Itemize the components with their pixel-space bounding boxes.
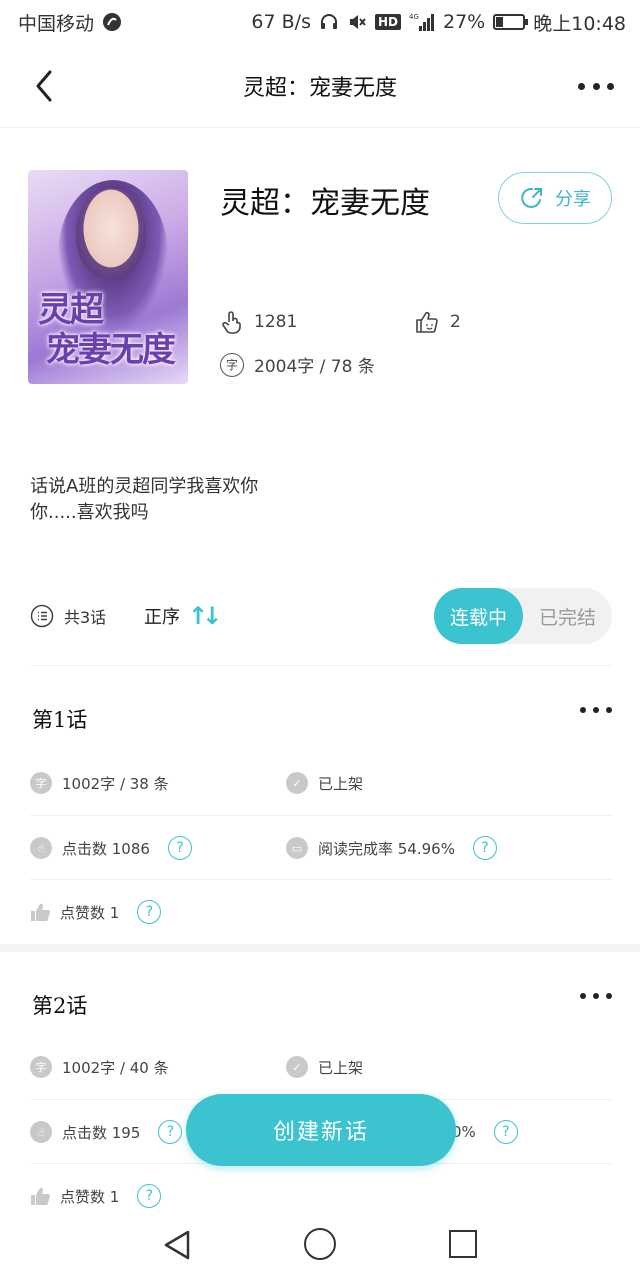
help-icon[interactable]: ? xyxy=(137,900,162,924)
system-nav-bar xyxy=(0,1212,640,1280)
list-icon xyxy=(30,604,54,628)
help-icon[interactable]: ? xyxy=(167,836,192,860)
episode-count: 共3话 xyxy=(64,608,107,627)
episode-completion: 0% ? xyxy=(452,1120,518,1144)
section-divider xyxy=(0,944,640,952)
episode-completion: ▭ 阅读完成率 54.96% ? xyxy=(286,836,497,860)
sort-toggle[interactable]: 正序 ↑↓ xyxy=(144,602,222,630)
share-button[interactable]: 分享 xyxy=(498,172,612,224)
clock: 晚上10:48 xyxy=(533,12,626,35)
carrier-label: 中国移动 xyxy=(18,12,95,35)
tab-finished[interactable]: 已完结 xyxy=(523,588,612,644)
signal-icon: 4G xyxy=(409,12,435,32)
thumbs-up-icon xyxy=(31,903,50,921)
svg-text:4G: 4G xyxy=(409,13,419,21)
more-button[interactable] xyxy=(578,72,614,100)
status-bar: 中国移动 67 B/s HD 4G 27% 晚上10:48 xyxy=(0,0,640,44)
battery-icon xyxy=(493,14,529,30)
carrier-logo-icon xyxy=(102,12,122,32)
word-count-icon: 字 xyxy=(30,1056,52,1078)
help-icon[interactable]: ? xyxy=(493,1120,518,1144)
episode-title: 第2话 xyxy=(32,994,88,1018)
episode-more-button[interactable] xyxy=(580,988,612,1004)
help-icon[interactable]: ? xyxy=(472,836,497,860)
episode-row: 字 1002字 / 38 条 ✓ 已上架 xyxy=(0,752,640,816)
more-horizontal-icon xyxy=(580,707,586,713)
tap-hand-icon: ☝ xyxy=(30,1121,52,1143)
help-icon[interactable]: ? xyxy=(137,1184,162,1208)
chevron-left-icon xyxy=(36,70,52,102)
system-home-button[interactable] xyxy=(304,1228,336,1260)
back-button[interactable] xyxy=(28,66,68,106)
episode-row: ☝ 点击数 1086 ? ▭ 阅读完成率 54.96% ? xyxy=(0,816,640,880)
sort-label: 正序 xyxy=(144,607,180,628)
tap-hand-icon xyxy=(222,311,241,334)
book-title: 灵超：宠妻无度 xyxy=(220,186,430,221)
episode-toolbar: 共3话 正序 ↑↓ 连载中 已完结 xyxy=(0,586,640,648)
episode-likes: 点赞数 1 ? xyxy=(30,1184,162,1208)
help-icon[interactable]: ? xyxy=(158,1120,183,1144)
episode-card: 第1话 字 1002字 / 38 条 ✓ 已上架 ☝ 点击数 1086 ? ▭ … xyxy=(0,666,640,944)
thumbs-up-icon xyxy=(31,1187,50,1205)
hd-badge: HD xyxy=(374,14,401,30)
triangle-back-icon xyxy=(164,1230,190,1260)
episode-status: ✓ 已上架 xyxy=(286,1056,363,1078)
episode-clicks: ☝ 点击数 1086 ? xyxy=(30,836,192,860)
book-description: 话说A班的灵超同学我喜欢你 你.....喜欢我吗 xyxy=(30,476,259,523)
share-label: 分享 xyxy=(555,189,591,210)
episode-clicks: ☝ 点击数 195 ? xyxy=(30,1120,183,1144)
battery-fill xyxy=(496,17,504,27)
system-recents-button[interactable] xyxy=(449,1230,477,1258)
episode-row: 点赞数 1 ? xyxy=(0,880,640,944)
word-count: 字 2004字 / 78 条 xyxy=(220,352,375,377)
episode-list-info[interactable]: 共3话 xyxy=(30,604,106,628)
episode-row: 字 1002字 / 40 条 ✓ 已上架 xyxy=(0,1036,640,1100)
more-horizontal-icon xyxy=(578,82,585,90)
word-count-icon: 字 xyxy=(220,352,244,377)
share-icon xyxy=(521,187,542,208)
battery-percent: 27% xyxy=(443,11,486,33)
click-count: 1281 xyxy=(220,310,297,334)
mute-icon xyxy=(347,12,367,32)
book-icon: ▭ xyxy=(286,837,308,859)
word-count-icon: 字 xyxy=(30,772,52,794)
episode-title: 第1话 xyxy=(32,708,88,732)
like-count: 2 xyxy=(414,310,461,334)
book-cover[interactable]: 灵超 宠妻无度 xyxy=(28,170,188,384)
check-icon: ✓ xyxy=(286,772,308,794)
headphones-icon xyxy=(319,12,339,32)
episode-word-count: 字 1002字 / 38 条 xyxy=(30,772,169,794)
episode-likes: 点赞数 1 ? xyxy=(30,900,162,924)
check-icon: ✓ xyxy=(286,1056,308,1078)
more-horizontal-icon xyxy=(580,993,586,999)
episode-card: 第2话 字 1002字 / 40 条 ✓ 已上架 ☝ 点击数 195 ? 0% … xyxy=(0,952,640,1212)
thumbs-up-icon xyxy=(416,311,438,333)
nav-bar: 灵超：宠妻无度 xyxy=(0,44,640,128)
cover-title-art: 灵超 宠妻无度 xyxy=(38,290,176,370)
episode-status: ✓ 已上架 xyxy=(286,772,363,794)
tab-serializing[interactable]: 连载中 xyxy=(434,588,523,644)
tap-hand-icon: ☝ xyxy=(30,837,52,859)
sort-arrows-icon: ↑↓ xyxy=(188,602,222,630)
create-episode-button[interactable]: 创建新话 xyxy=(186,1094,456,1166)
episode-word-count: 字 1002字 / 40 条 xyxy=(30,1056,169,1078)
episode-more-button[interactable] xyxy=(580,702,612,718)
network-speed: 67 B/s xyxy=(251,11,311,33)
system-back-button[interactable] xyxy=(160,1228,194,1266)
status-segmented-control: 连载中 已完结 xyxy=(434,588,612,644)
page-title: 灵超：宠妻无度 xyxy=(242,75,397,101)
